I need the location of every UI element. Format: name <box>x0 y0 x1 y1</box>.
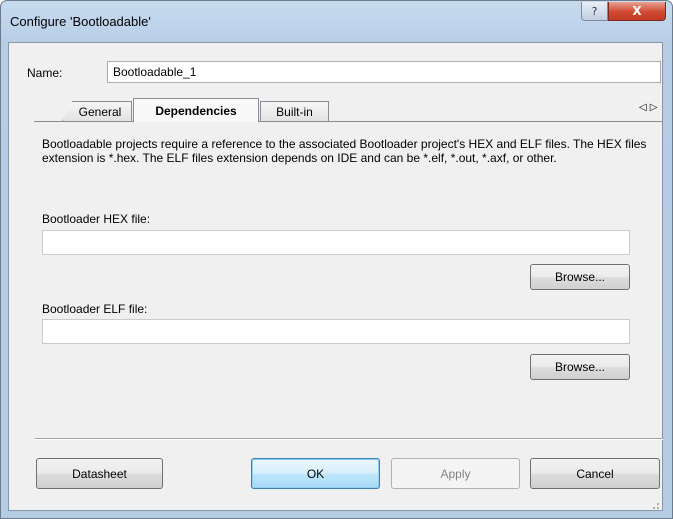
help-button[interactable]: ? <box>581 2 608 21</box>
footer-separator <box>35 438 663 440</box>
tab-dependencies-label: Dependencies <box>155 103 237 118</box>
elf-file-input[interactable] <box>42 319 630 344</box>
close-button[interactable]: X <box>608 2 666 21</box>
window-title: Configure 'Bootloadable' <box>10 14 151 29</box>
browse-hex-label: Browse... <box>554 270 605 284</box>
apply-button[interactable]: Apply <box>391 458 520 489</box>
apply-label: Apply <box>440 466 471 481</box>
dependencies-description: Bootloadable projects require a referenc… <box>42 137 647 165</box>
tab-scroll-left-icon[interactable]: ◁ <box>639 102 650 113</box>
tab-scroll-right-icon[interactable]: ▷ <box>650 102 661 113</box>
name-input[interactable] <box>107 61 661 83</box>
tab-built-in-label: Built-in <box>276 104 313 119</box>
tab-general-label: General <box>78 104 122 119</box>
name-label: Name: <box>27 66 63 80</box>
datasheet-button[interactable]: Datasheet <box>36 458 163 489</box>
ok-label: OK <box>306 466 325 481</box>
browse-hex-button[interactable]: Browse... <box>530 264 630 290</box>
cancel-button[interactable]: Cancel <box>530 458 660 489</box>
datasheet-label: Datasheet <box>72 466 127 481</box>
help-icon: ? <box>591 4 598 18</box>
hex-file-input[interactable] <box>42 230 630 255</box>
close-icon: X <box>632 4 642 18</box>
hex-file-label: Bootloader HEX file: <box>42 212 151 226</box>
tab-built-in[interactable]: Built-in <box>260 101 329 121</box>
ok-button[interactable]: OK <box>251 458 380 489</box>
tab-general[interactable]: General <box>62 101 132 121</box>
browse-elf-label: Browse... <box>554 360 605 374</box>
cancel-label: Cancel <box>576 466 614 481</box>
tab-scroll-arrows: ◁▷ <box>639 102 660 113</box>
resize-grip-icon[interactable] <box>648 498 660 510</box>
elf-file-label: Bootloader ELF file: <box>42 302 148 316</box>
tab-dependencies[interactable]: Dependencies <box>133 98 259 122</box>
browse-elf-button[interactable]: Browse... <box>530 354 630 380</box>
